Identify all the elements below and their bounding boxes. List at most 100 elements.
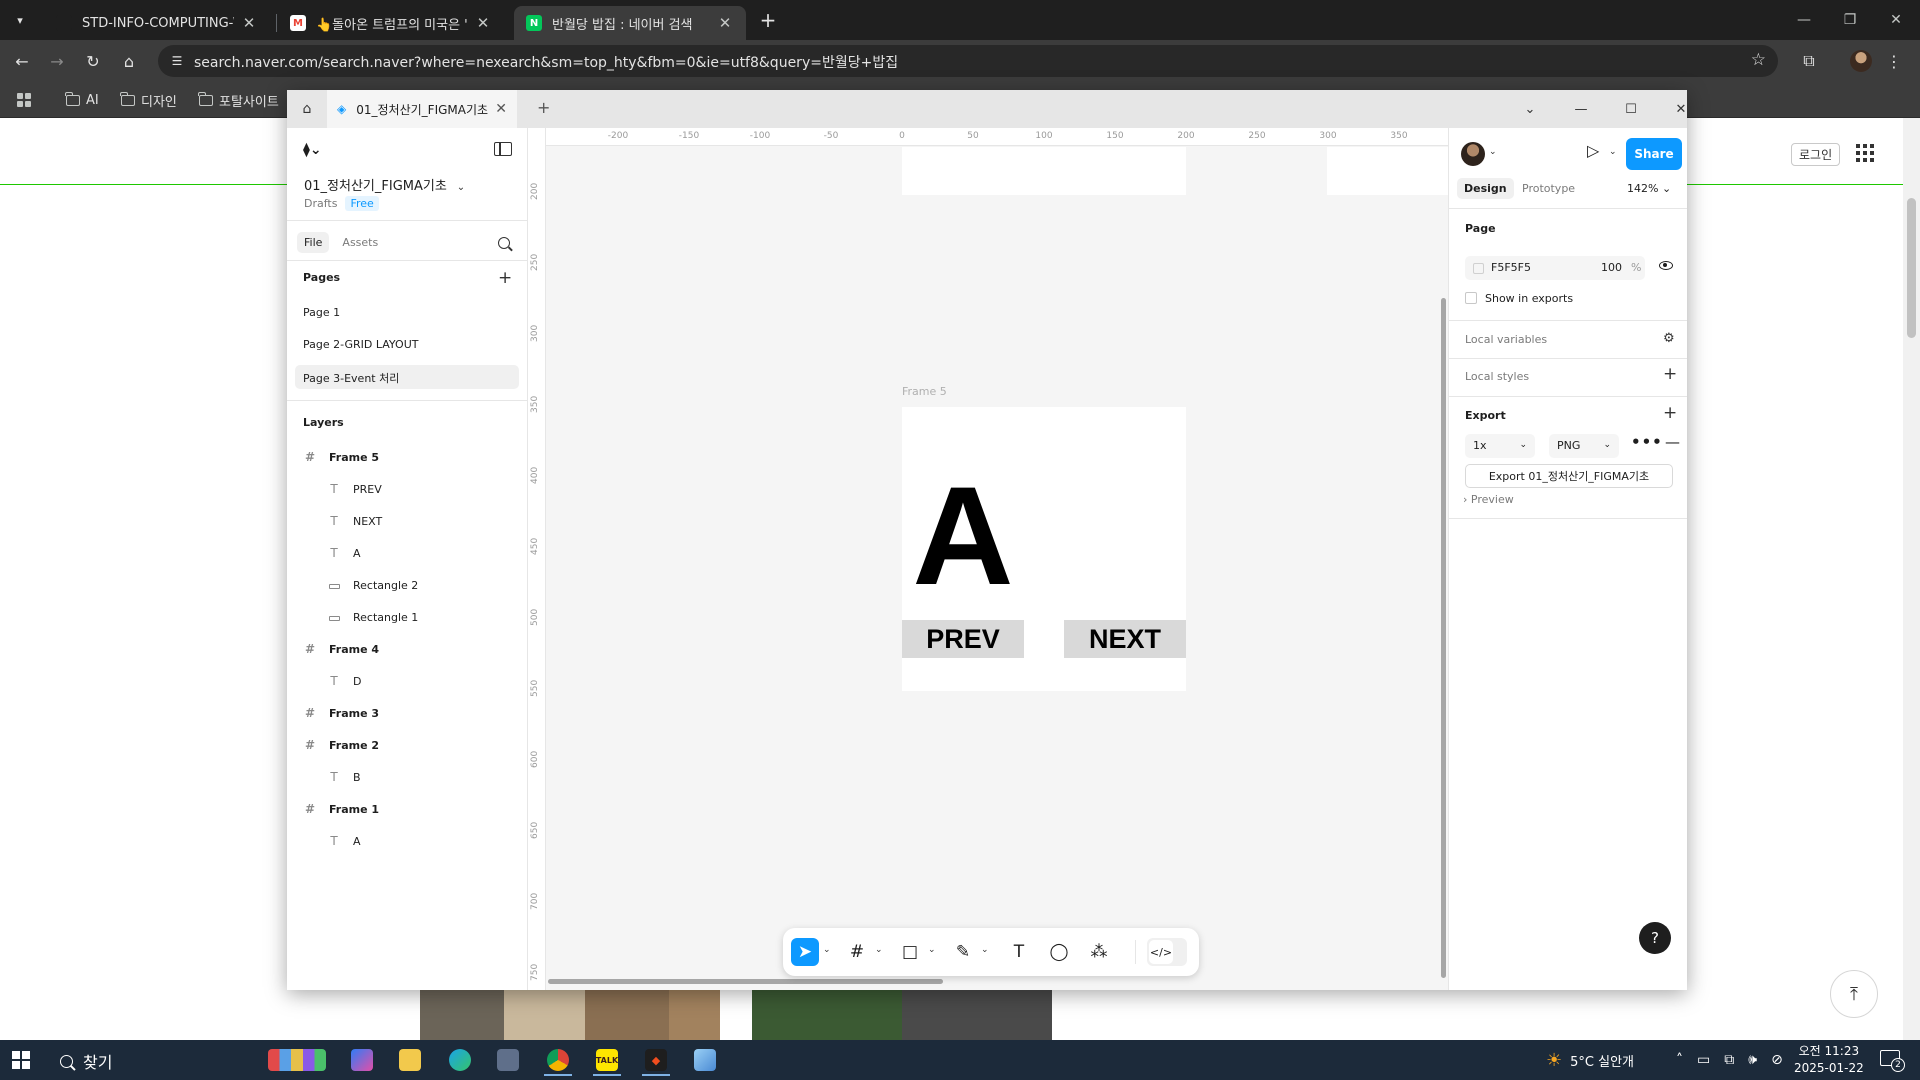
layer-row[interactable]: TA — [295, 829, 519, 853]
bookmark-folder-design[interactable]: 디자인 — [120, 90, 177, 110]
frame-label[interactable]: Frame 5 — [902, 385, 947, 398]
horizontal-scrollbar[interactable] — [548, 979, 943, 984]
layer-row[interactable]: Rectangle 2 — [295, 573, 519, 597]
browser-tab-github[interactable]: STD-INFO-COMPUTING-WEB- ✕ — [44, 6, 270, 40]
layer-row[interactable]: TD — [295, 669, 519, 693]
move-tool-cursor-icon[interactable]: ➤ — [791, 938, 819, 966]
maximize-window-button[interactable]: ☐ — [1611, 94, 1651, 124]
volume-icon[interactable]: 🕪 — [1748, 1052, 1757, 1068]
apps-grid-icon[interactable] — [17, 90, 31, 110]
help-button[interactable]: ? — [1639, 922, 1671, 954]
tab-design[interactable]: Design — [1457, 178, 1514, 199]
login-button[interactable]: 로그인 — [1791, 143, 1841, 166]
figma-file-tab[interactable]: ◈ 01_정처산기_FIGMA기초 ✕ — [327, 90, 517, 128]
color-swatch[interactable] — [1473, 263, 1484, 274]
avatar[interactable] — [1461, 142, 1485, 166]
actions-tool-icon[interactable]: ⁂ — [1085, 938, 1113, 966]
share-button[interactable]: Share — [1626, 138, 1682, 170]
layer-row[interactable]: # Frame 1 — [295, 797, 519, 821]
more-options-icon[interactable]: ••• — [1631, 433, 1663, 451]
add-page-plus-icon[interactable]: + — [498, 268, 512, 288]
bookmark-folder-portal[interactable]: 포탈사이트 — [198, 90, 279, 110]
taskbar-kakaotalk[interactable]: TALK — [587, 1044, 627, 1076]
canvas-frame[interactable] — [1327, 147, 1448, 195]
frame-tool-icon[interactable]: # — [843, 938, 871, 966]
sidebar-toggle-icon[interactable] — [494, 142, 512, 156]
minimize-window-button[interactable]: — — [1561, 94, 1601, 124]
restore-window-button[interactable]: ❐ — [1830, 6, 1870, 34]
file-name-menu[interactable]: 01_정처산기_FIGMA기초 ⌄ — [304, 175, 465, 194]
browser-tab-gmail[interactable]: M 👆돌아온 트럼프의 미국은 '자' ✕ — [278, 6, 504, 40]
search-icon[interactable] — [498, 237, 510, 249]
taskbar-edge[interactable] — [440, 1044, 480, 1076]
minimize-window-button[interactable]: — — [1784, 6, 1824, 34]
page-item-active[interactable]: Page 3-Event 처리 — [295, 365, 519, 389]
local-variables-label[interactable]: Local variables — [1465, 333, 1547, 346]
extensions-icon[interactable]: ⧉ — [1795, 47, 1823, 75]
close-window-button[interactable]: ✕ — [1661, 94, 1687, 124]
weather-widget[interactable]: ☀ 5°C 실안개 — [1546, 1040, 1634, 1080]
tab-file[interactable]: File — [297, 232, 330, 253]
close-tab-icon[interactable]: ✕ — [716, 14, 734, 32]
design-canvas[interactable]: -200 -150 -100 -50 0 50 100 150 200 250 … — [528, 128, 1448, 990]
variables-settings-icon[interactable]: ⚙ — [1663, 331, 1675, 346]
layer-row[interactable]: T NEXT — [295, 509, 519, 533]
layer-row[interactable]: TA — [295, 541, 519, 565]
scroll-to-top-button[interactable]: ⤒ — [1830, 970, 1878, 1018]
vertical-scrollbar[interactable] — [1441, 298, 1446, 978]
restaurant-photo[interactable] — [752, 990, 1052, 1040]
taskbar-search[interactable]: 찾기 — [60, 1049, 112, 1073]
plan-badge[interactable]: Free — [345, 196, 379, 211]
letter-text-layer[interactable]: A — [898, 466, 1028, 606]
site-info-icon[interactable]: ☰ — [168, 52, 186, 70]
new-tab-button[interactable]: + — [756, 8, 780, 32]
visibility-eye-icon[interactable] — [1659, 261, 1673, 270]
chevron-down-icon[interactable]: ⌄ — [1609, 147, 1617, 157]
close-icon[interactable]: ✕ — [495, 101, 507, 117]
layer-row[interactable]: TB — [295, 765, 519, 789]
chevron-down-icon[interactable]: ⌄ — [981, 945, 989, 955]
figma-menu-icon[interactable]: ⧫⌄ — [303, 142, 322, 158]
text-tool-icon[interactable]: T — [1005, 938, 1033, 966]
dev-mode-toggle[interactable]: </> — [1147, 938, 1187, 966]
color-hex[interactable]: F5F5F5 — [1491, 261, 1531, 274]
layer-row[interactable]: Rectangle 1 — [295, 605, 519, 629]
layer-row[interactable]: T PREV — [295, 477, 519, 501]
ime-icon[interactable]: ⊘ — [1771, 1052, 1783, 1068]
tab-assets[interactable]: Assets — [335, 232, 385, 253]
rectangle-tool-icon[interactable]: □ — [896, 938, 924, 966]
bookmark-folder-ai[interactable]: AI — [65, 90, 99, 110]
chevron-up-icon[interactable]: ˄ — [1676, 1052, 1683, 1068]
show-in-exports-checkbox[interactable] — [1465, 292, 1477, 304]
taskbar-books-widget[interactable] — [262, 1044, 332, 1076]
taskbar-file-explorer[interactable] — [390, 1044, 430, 1076]
page-color-field[interactable]: F5F5F5 100 % — [1465, 256, 1645, 280]
next-button-layer[interactable]: NEXT — [1064, 620, 1186, 658]
close-tab-icon[interactable]: ✕ — [474, 14, 492, 32]
layer-row[interactable]: # Frame 3 — [295, 701, 519, 725]
layer-row[interactable]: # Frame 4 — [295, 637, 519, 661]
chevron-down-icon[interactable]: ⌄ — [875, 945, 883, 955]
add-export-plus-icon[interactable]: + — [1663, 403, 1677, 423]
layer-row[interactable]: # Frame 2 — [295, 733, 519, 757]
add-style-plus-icon[interactable]: + — [1663, 364, 1677, 384]
opacity-value[interactable]: 100 — [1601, 261, 1622, 274]
chevron-down-icon[interactable]: ⌄ — [1510, 94, 1550, 124]
address-bar[interactable]: ☰ search.naver.com/search.naver?where=ne… — [158, 45, 1778, 77]
network-icon[interactable]: ▭ — [1697, 1052, 1710, 1068]
restaurant-photo[interactable] — [420, 990, 720, 1040]
drafts-label[interactable]: Drafts — [304, 197, 337, 210]
bookmark-star-icon[interactable]: ☆ — [1751, 50, 1766, 70]
pen-tool-icon[interactable]: ✎ — [949, 938, 977, 966]
taskbar-app[interactable] — [488, 1044, 528, 1076]
home-icon[interactable]: ⌂ — [295, 97, 319, 121]
reload-icon[interactable]: ↻ — [79, 47, 107, 75]
back-arrow-icon[interactable]: ← — [8, 47, 36, 75]
zoom-level-menu[interactable]: 142% ⌄ — [1627, 182, 1671, 195]
layer-row[interactable]: # Frame 5 — [295, 445, 519, 469]
browser-tab-naver[interactable]: N 반월당 밥집 : 네이버 검색 ✕ — [514, 6, 746, 40]
taskbar-figma[interactable]: ◆ — [636, 1044, 676, 1076]
forward-arrow-icon[interactable]: → — [43, 47, 71, 75]
taskbar-app[interactable] — [685, 1044, 725, 1076]
taskbar-copilot[interactable] — [342, 1044, 382, 1076]
